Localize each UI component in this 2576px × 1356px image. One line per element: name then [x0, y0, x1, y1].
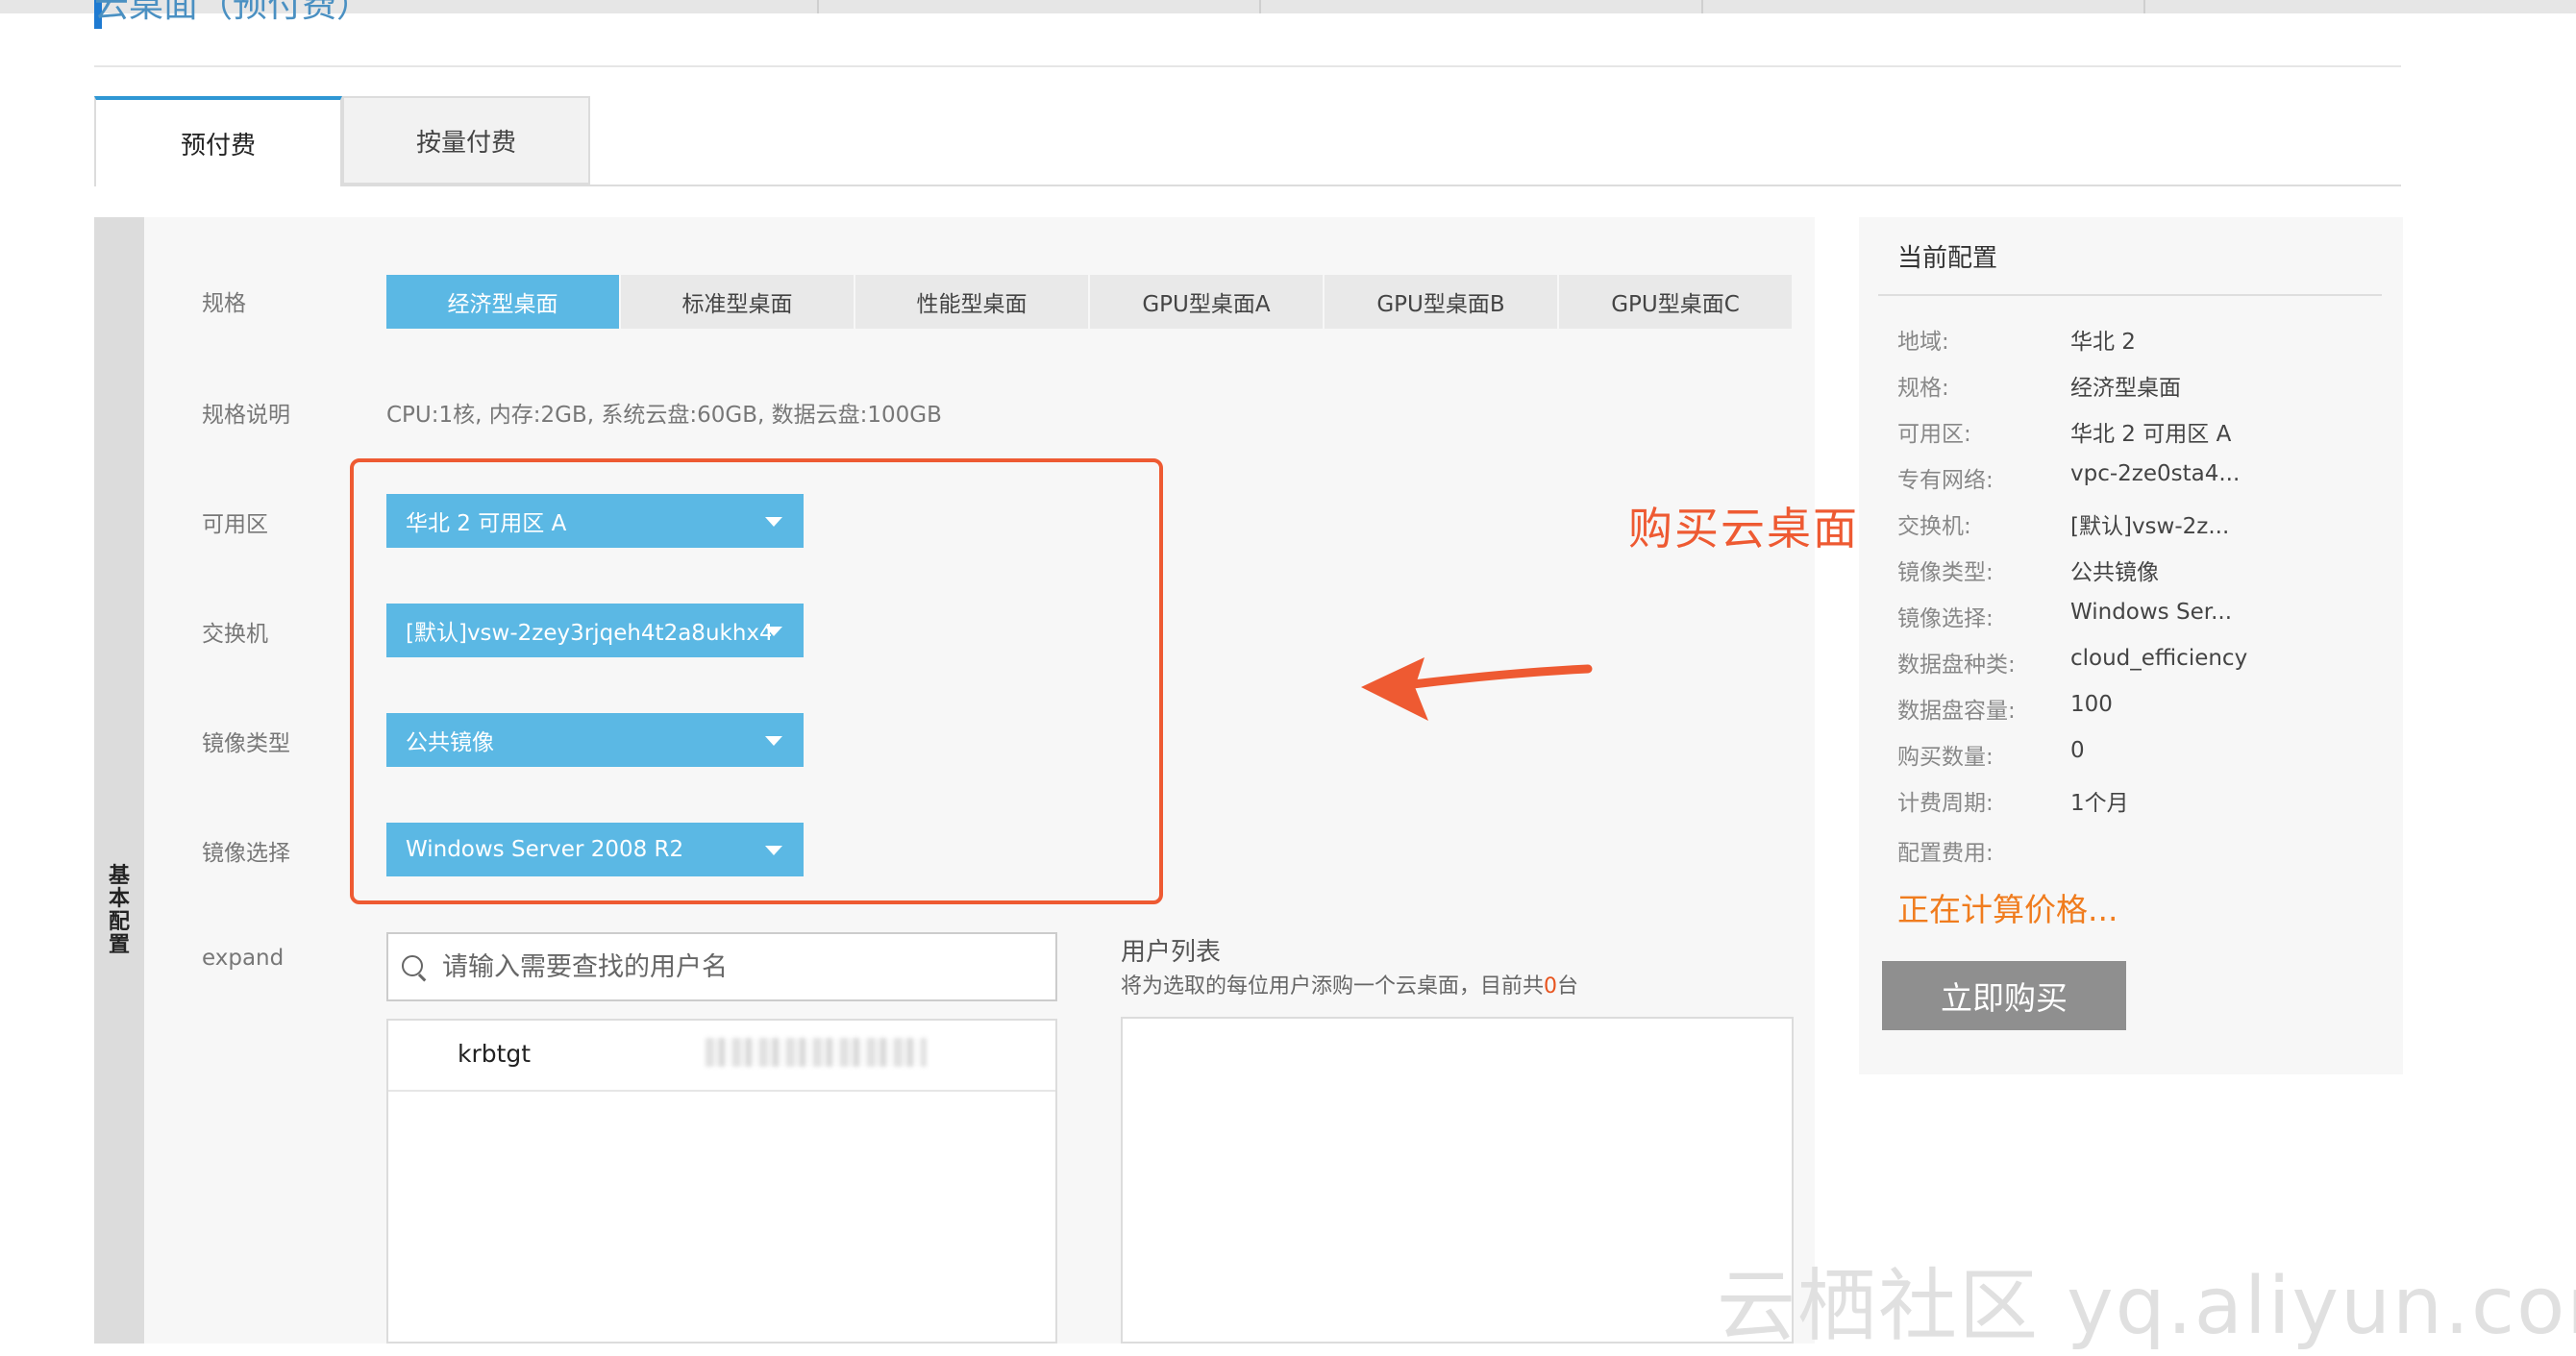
config-value: 1个月 — [2070, 791, 2129, 816]
user-name: krbtgt — [458, 1040, 532, 1068]
config-value: 100 — [2070, 692, 2113, 717]
tab-pay-as-you-go[interactable]: 按量付费 — [342, 96, 590, 185]
spec-gpu-b-button[interactable]: GPU型桌面B — [1325, 275, 1557, 329]
config-value: 经济型桌面 — [2070, 376, 2181, 401]
user-search-box — [386, 932, 1057, 1001]
switch-label: 交换机 — [202, 622, 268, 647]
config-value: vpc-2ze0sta4... — [2070, 461, 2241, 486]
config-value: 公共镜像 — [2070, 560, 2159, 585]
tabs-baseline — [94, 185, 2401, 186]
config-key: 配置费用: — [1897, 841, 1994, 866]
user-search-input[interactable] — [440, 950, 1021, 983]
annotation-arrow-icon — [1361, 657, 1593, 721]
price-calculating-text: 正在计算价格... — [1897, 891, 2118, 928]
page-title: 云桌面（预付费） — [94, 0, 372, 25]
config-key: 镜像类型: — [1897, 560, 1994, 585]
annotation-highlight-box — [350, 458, 1163, 904]
redacted-text — [706, 1038, 927, 1067]
config-value: Windows Ser... — [2070, 600, 2233, 625]
side-strip — [94, 217, 144, 1344]
expand-label: expand — [202, 946, 285, 971]
strip-divider — [817, 0, 819, 13]
browser-top-strip — [0, 0, 2576, 13]
strip-divider — [1259, 0, 1261, 13]
image-type-label: 镜像类型 — [202, 731, 290, 756]
strip-divider — [1701, 0, 1703, 13]
spec-standard-button[interactable]: 标准型桌面 — [621, 275, 854, 329]
config-value: 华北 2 — [2070, 330, 2136, 355]
zone-label: 可用区 — [202, 512, 268, 537]
tab-prepaid[interactable]: 预付费 — [94, 96, 342, 186]
strip-divider — [2143, 0, 2145, 13]
config-key: 数据盘容量: — [1897, 699, 2016, 724]
watermark: 云栖社区 yq.aliyun.com — [1717, 1261, 2576, 1352]
list-item[interactable]: krbtgt — [388, 1021, 1055, 1092]
spec-economy-button[interactable]: 经济型桌面 — [386, 275, 619, 329]
user-list-subtitle: 将为选取的每位用户添购一个云桌面，目前共0台 — [1121, 969, 1578, 999]
config-value: [默认]vsw-2z... — [2070, 514, 2230, 539]
available-user-list: krbtgt — [386, 1019, 1057, 1344]
side-label-basic-config: 基本配置 — [108, 864, 130, 957]
config-value: cloud_efficiency — [2070, 646, 2248, 671]
user-list-title: 用户列表 — [1121, 938, 1222, 967]
config-key: 可用区: — [1897, 422, 1971, 447]
subtitle-prefix: 将为选取的每位用户添购一个云桌面，目前共 — [1121, 974, 1545, 999]
config-key: 交换机: — [1897, 514, 1971, 539]
spec-desc-label: 规格说明 — [202, 403, 290, 428]
image-label: 镜像选择 — [202, 841, 290, 866]
spec-gpu-a-button[interactable]: GPU型桌面A — [1090, 275, 1323, 329]
spec-desc-value: CPU:1核, 内存:2GB, 系统云盘:60GB, 数据云盘:100GB — [386, 403, 942, 428]
spec-gpu-c-button[interactable]: GPU型桌面C — [1559, 275, 1792, 329]
config-key: 镜像选择: — [1897, 606, 1994, 631]
desktop-count: 0 — [1544, 974, 1558, 999]
config-key: 专有网络: — [1897, 468, 1994, 493]
config-key: 数据盘种类: — [1897, 653, 2016, 678]
config-value: 华北 2 可用区 A — [2070, 422, 2232, 447]
search-icon — [402, 955, 427, 982]
spec-button-group: 经济型桌面 标准型桌面 性能型桌面 GPU型桌面A GPU型桌面B GPU型桌面… — [386, 275, 1794, 329]
config-key: 地域: — [1897, 330, 1949, 355]
current-config-title: 当前配置 — [1897, 244, 1998, 273]
annotation-text: 购买云桌面 — [1628, 503, 1859, 555]
selected-user-list — [1121, 1017, 1794, 1344]
config-key: 计费周期: — [1897, 791, 1994, 816]
subtitle-suffix: 台 — [1557, 974, 1579, 999]
divider — [94, 65, 2401, 67]
config-key: 规格: — [1897, 376, 1949, 401]
spec-label: 规格 — [202, 291, 246, 316]
config-value: 0 — [2070, 738, 2085, 763]
spec-performance-button[interactable]: 性能型桌面 — [855, 275, 1088, 329]
config-key: 购买数量: — [1897, 745, 1994, 770]
divider — [1878, 294, 2382, 296]
buy-now-button[interactable]: 立即购买 — [1882, 961, 2126, 1030]
